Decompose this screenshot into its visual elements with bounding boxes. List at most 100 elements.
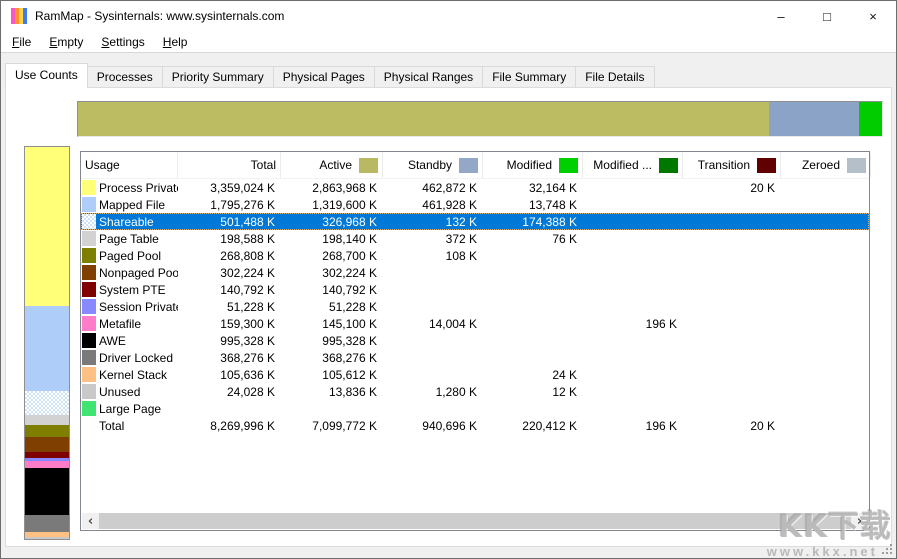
close-button[interactable]: × (850, 1, 896, 31)
usage-color-swatch (82, 180, 96, 195)
usage-color-swatch (82, 214, 96, 229)
horizontal-scrollbar[interactable]: ‹ › (82, 513, 868, 529)
bar-segment-shareable (25, 391, 69, 415)
column-header-total[interactable]: Total (178, 152, 281, 178)
usage-color-swatch (82, 231, 96, 246)
table-header: UsageTotal Active StandbyModifiedModified … (81, 152, 869, 179)
column-header-modified[interactable]: Modified (483, 152, 583, 178)
table-row-page-table[interactable]: Page Table198,588 K198,140 K372 K76 K (81, 230, 869, 247)
zeroed-color-swatch (847, 158, 866, 173)
cell-active: 302,224 K (281, 266, 383, 280)
cell-total: 105,636 K (178, 368, 281, 382)
scroll-right-icon[interactable]: › (851, 513, 868, 529)
table-row-mapped-file[interactable]: Mapped File1,795,276 K1,319,600 K461,928… (81, 196, 869, 213)
menu-item-settings[interactable]: Settings (92, 33, 153, 51)
cell-total: 24,028 K (178, 385, 281, 399)
table-row-shareable[interactable]: Shareable501,488 K326,968 K132 K174,388 … (81, 213, 869, 230)
transition-color-swatch (757, 158, 776, 173)
cell-total: 140,792 K (178, 283, 281, 297)
tab-file-summary[interactable]: File Summary (482, 66, 576, 87)
column-header-transition[interactable]: Transition (683, 152, 781, 178)
menu-item-help[interactable]: Help (154, 33, 197, 51)
usage-color-swatch (82, 350, 96, 365)
menu-item-file[interactable]: File (3, 33, 40, 51)
column-header-zeroed[interactable]: Zeroed (781, 152, 871, 178)
memory-usage-bar (24, 146, 70, 540)
cell-active: 326,968 K (281, 215, 383, 229)
table-row-unused[interactable]: Unused24,028 K13,836 K1,280 K12 K (81, 383, 869, 400)
bar-segment-paged-pool (25, 425, 69, 438)
cell-modified: 174,388 K (483, 215, 583, 229)
standby-color-swatch (459, 158, 478, 173)
table-row-total[interactable]: Total8,269,996 K7,099,772 K940,696 K220,… (81, 417, 869, 434)
column-header-active[interactable]: Active (281, 152, 383, 178)
usage-label: Metafile (99, 317, 141, 331)
cell-total: 995,328 K (178, 334, 281, 348)
tab-strip: Use CountsProcessesPriority SummaryPhysi… (5, 63, 655, 87)
column-header-modified_no_write[interactable]: Modified ... (583, 152, 683, 178)
usage-color-swatch (82, 418, 96, 433)
cell-transition: 20 K (683, 419, 781, 433)
bar-segment-nonpaged-pool (25, 437, 69, 451)
memory-list-bar (77, 101, 883, 137)
bar-segment-active (78, 102, 769, 136)
table-row-nonpaged-pool[interactable]: Nonpaged Pool302,224 K302,224 K (81, 264, 869, 281)
table-row-metafile[interactable]: Metafile159,300 K145,100 K14,004 K196 K (81, 315, 869, 332)
cell-transition: 20 K (683, 181, 781, 195)
usage-color-swatch (82, 333, 96, 348)
table-row-system-pte[interactable]: System PTE140,792 K140,792 K (81, 281, 869, 298)
cell-active: 105,612 K (281, 368, 383, 382)
tab-priority-summary[interactable]: Priority Summary (162, 66, 274, 87)
maximize-button[interactable]: □ (804, 1, 850, 31)
cell-standby: 132 K (383, 215, 483, 229)
cell-active: 140,792 K (281, 283, 383, 297)
bar-segment-metafile (25, 461, 69, 468)
menu-item-empty[interactable]: Empty (40, 33, 92, 51)
usage-color-swatch (82, 282, 96, 297)
usage-label: Large Page (99, 402, 161, 416)
bar-segment-awe (25, 468, 69, 515)
column-header-usage[interactable]: Usage (81, 152, 178, 178)
cell-modified_no_write: 196 K (583, 317, 683, 331)
tab-use-counts[interactable]: Use Counts (5, 63, 88, 88)
table-body: Process Private3,359,024 K2,863,968 K462… (81, 179, 869, 434)
usage-color-swatch (82, 316, 96, 331)
window-title: RamMap - Sysinternals: www.sysinternals.… (35, 9, 284, 23)
bar-segment-unused (25, 537, 69, 539)
usage-color-swatch (82, 248, 96, 263)
scrollbar-thumb[interactable] (99, 513, 851, 529)
usage-label: Page Table (99, 232, 159, 246)
table-row-large-page[interactable]: Large Page (81, 400, 869, 417)
usage-color-swatch (82, 384, 96, 399)
table-row-paged-pool[interactable]: Paged Pool268,808 K268,700 K108 K (81, 247, 869, 264)
table-row-kernel-stack[interactable]: Kernel Stack105,636 K105,612 K24 K (81, 366, 869, 383)
cell-modified: 32,164 K (483, 181, 583, 195)
resize-grip-icon[interactable] (882, 544, 892, 554)
cell-active: 13,836 K (281, 385, 383, 399)
column-label-active: Active (319, 158, 352, 172)
tab-processes[interactable]: Processes (87, 66, 163, 87)
table-row-awe[interactable]: AWE995,328 K995,328 K (81, 332, 869, 349)
scroll-left-icon[interactable]: ‹ (82, 513, 99, 529)
column-header-standby[interactable]: Standby (383, 152, 483, 178)
bar-segment-standby (769, 102, 860, 136)
column-label-transition: Transition (698, 158, 750, 172)
tab-physical-ranges[interactable]: Physical Ranges (374, 66, 483, 87)
minimize-button[interactable]: – (758, 1, 804, 31)
usage-color-swatch (82, 401, 96, 416)
tab-physical-pages[interactable]: Physical Pages (273, 66, 375, 87)
usage-color-swatch (82, 299, 96, 314)
bar-segment-mapped-file (25, 306, 69, 391)
tab-file-details[interactable]: File Details (575, 66, 654, 87)
cell-total: 3,359,024 K (178, 181, 281, 195)
table-row-driver-locked[interactable]: Driver Locked368,276 K368,276 K (81, 349, 869, 366)
usage-label: Mapped File (99, 198, 165, 212)
cell-active: 995,328 K (281, 334, 383, 348)
cell-standby: 461,928 K (383, 198, 483, 212)
usage-label: Nonpaged Pool (99, 266, 178, 280)
cell-active: 145,100 K (281, 317, 383, 331)
table-row-process-private[interactable]: Process Private3,359,024 K2,863,968 K462… (81, 179, 869, 196)
usage-label: Session Private (99, 300, 178, 314)
table-row-session-private[interactable]: Session Private51,228 K51,228 K (81, 298, 869, 315)
usage-label: Process Private (99, 181, 178, 195)
